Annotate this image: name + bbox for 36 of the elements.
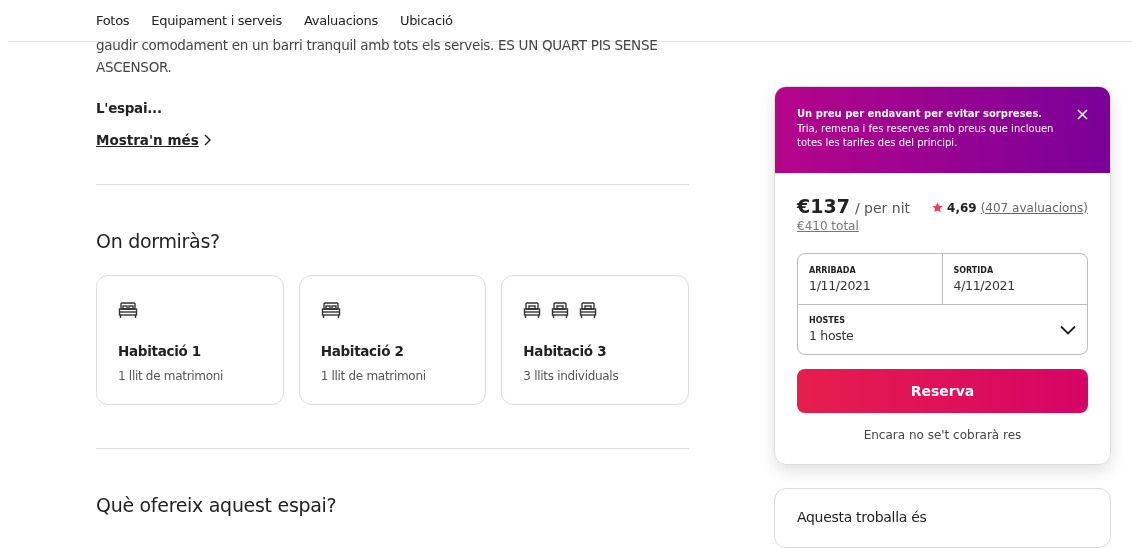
chevron-down-icon: [1060, 324, 1076, 335]
check-in-field[interactable]: ARRIBADA 1/11/2021: [798, 254, 943, 304]
guests-dropdown[interactable]: HOSTES 1 hoste: [798, 304, 1087, 354]
section-subheading: L'espai...: [96, 100, 163, 116]
bed-icon: [118, 300, 138, 319]
reserve-button[interactable]: Reserva: [797, 369, 1088, 413]
total-price-link[interactable]: €410 total: [797, 219, 859, 233]
nightly-price: €137: [797, 195, 850, 217]
bed-icon: [579, 300, 598, 319]
room-beds: 3 llits individuals: [523, 369, 620, 383]
bed-icon: [320, 300, 341, 319]
room-beds: 1 llit de matrimoni: [320, 369, 427, 383]
bed-icon: [523, 300, 542, 319]
nav-link[interactable]: Ubicació: [399, 13, 453, 28]
rating-value: 4,69: [947, 200, 977, 215]
show-more-link[interactable]: Mostra'n més: [96, 132, 211, 148]
charge-note: Encara no se't cobrarà res: [862, 428, 1023, 442]
chevron-right-icon: [202, 134, 211, 146]
description-text: gaudir comodament en un barri tranquil amb tots els serveis. ES UN QUART PIS SENSE ASCENSOR.: [96, 36, 659, 77]
deal-title: Aquesta troballa és: [797, 509, 928, 525]
room-name: Habitació 3: [523, 343, 608, 359]
star-icon: [932, 202, 944, 213]
price-unit: / per nit: [854, 200, 910, 216]
room-name: Habitació 1: [118, 343, 202, 359]
reviews-link[interactable]: (407 avaluacions): [980, 200, 1088, 215]
check-out-field[interactable]: SORTIDA 4/11/2021: [942, 254, 1087, 304]
room-beds: 1 llit de matrimoni: [118, 369, 225, 383]
section-title: On dormiràs?: [96, 230, 221, 252]
bed-icon: [551, 300, 570, 319]
nav-link[interactable]: Avaluacions: [303, 13, 378, 28]
close-button[interactable]: [1077, 109, 1088, 120]
section-title: Què ofereix aquest espai?: [96, 494, 338, 516]
nav-link[interactable]: Fotos: [96, 13, 130, 28]
nav-link[interactable]: Equipament i serveis: [151, 13, 282, 28]
room-name: Habitació 2: [320, 343, 405, 359]
notice-text: Un preu per endavant per evitar sorpreses. Tria, remena i fes reserves amb preus que inclouen totes les tarifes des del principi.: [797, 107, 1055, 150]
